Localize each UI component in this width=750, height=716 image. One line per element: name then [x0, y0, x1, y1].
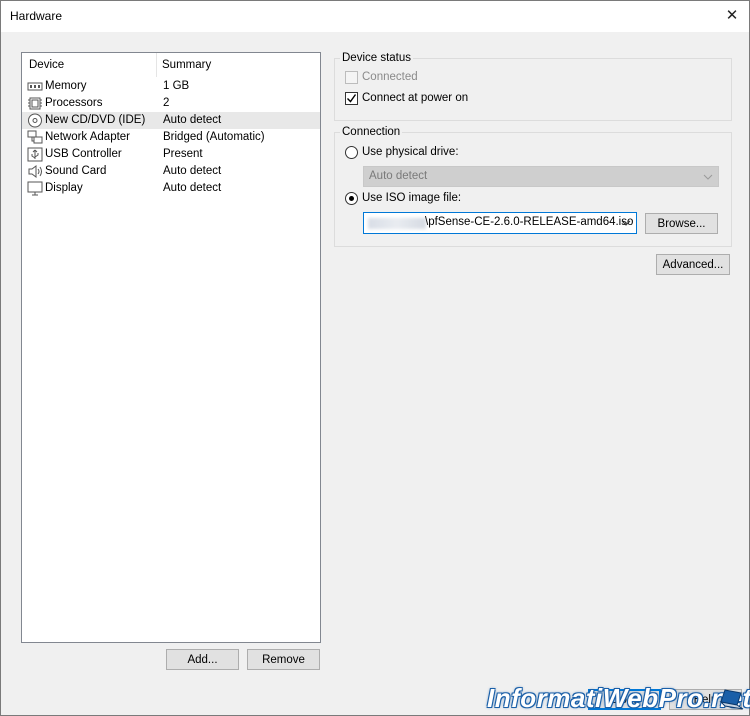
network-adapter-icon	[27, 130, 43, 144]
column-header-summary[interactable]: Summary	[162, 59, 211, 71]
connect-at-power-on-checkbox[interactable]	[345, 92, 358, 105]
physical-drive-value: Auto detect	[369, 170, 428, 182]
processor-icon	[28, 97, 42, 110]
chevron-down-icon	[621, 220, 631, 226]
connection-label: Connection	[340, 126, 403, 138]
close-icon[interactable]: ✕	[715, 1, 749, 32]
add-button[interactable]: Add...	[166, 649, 239, 670]
display-icon	[27, 181, 43, 196]
column-header-device[interactable]: Device	[29, 59, 64, 71]
device-name: Network Adapter	[45, 131, 131, 143]
device-row-processors[interactable]: Processors 2	[22, 95, 320, 112]
device-status-group	[334, 58, 732, 121]
device-name: Processors	[45, 97, 103, 109]
use-iso-image-label: Use ISO image file:	[362, 192, 462, 204]
device-name: Sound Card	[45, 165, 107, 177]
device-summary: 1 GB	[163, 80, 190, 92]
use-iso-image-radio[interactable]	[345, 192, 358, 205]
device-summary: Auto detect	[163, 114, 222, 126]
sound-card-icon	[28, 165, 42, 178]
connected-label: Connected	[362, 71, 418, 83]
browse-button-label: Browse...	[657, 218, 706, 230]
device-summary: 2	[163, 97, 170, 109]
connect-at-power-on-label: Connect at power on	[362, 92, 469, 104]
browse-button[interactable]: Browse...	[645, 213, 718, 234]
connected-checkbox[interactable]	[345, 71, 358, 84]
checkmark-icon	[347, 94, 357, 103]
usb-controller-icon	[27, 147, 43, 162]
physical-drive-dropdown[interactable]: Auto detect	[363, 166, 719, 187]
device-summary: Present	[163, 148, 203, 160]
use-physical-drive-radio[interactable]	[345, 146, 358, 159]
device-name: USB Controller	[45, 148, 122, 160]
device-summary: Auto detect	[163, 182, 222, 194]
redacted-path	[368, 218, 426, 229]
device-name: Display	[45, 182, 83, 194]
device-row-sound-card[interactable]: Sound Card Auto detect	[22, 163, 320, 180]
cd-dvd-icon	[28, 113, 42, 128]
device-name: New CD/DVD (IDE)	[45, 114, 146, 126]
watermark-logo: InformatiWebPro.net	[487, 683, 750, 713]
chevron-down-icon	[703, 174, 713, 180]
device-status-label: Device status	[340, 52, 414, 64]
advanced-button-label: Advanced...	[662, 259, 724, 271]
device-row-usb-controller[interactable]: USB Controller Present	[22, 146, 320, 163]
device-summary: Auto detect	[163, 165, 222, 177]
title-bar: Hardware ✕	[1, 1, 749, 32]
device-list-header: Device Summary	[22, 53, 320, 77]
device-summary: Bridged (Automatic)	[163, 131, 265, 143]
remove-button-label: Remove	[262, 654, 305, 666]
device-name: Memory	[45, 80, 87, 92]
device-row-cd-dvd[interactable]: New CD/DVD (IDE) Auto detect	[22, 112, 320, 129]
iso-image-path-combobox[interactable]: \pfSense-CE-2.6.0-RELEASE-amd64.iso	[363, 212, 637, 234]
device-list: Device Summary Memory 1 GB Processors 2 …	[21, 52, 321, 643]
window-title: Hardware	[10, 9, 63, 23]
device-row-network-adapter[interactable]: Network Adapter Bridged (Automatic)	[22, 129, 320, 146]
iso-image-path-value: \pfSense-CE-2.6.0-RELEASE-amd64.iso	[425, 216, 634, 228]
use-physical-drive-label: Use physical drive:	[362, 146, 459, 158]
remove-button[interactable]: Remove	[247, 649, 320, 670]
laptop-logo-icon	[719, 689, 744, 710]
device-row-display[interactable]: Display Auto detect	[22, 180, 320, 197]
device-row-memory[interactable]: Memory 1 GB	[22, 78, 320, 95]
hardware-dialog: Hardware ✕ Device Summary Memory 1 GB Pr…	[0, 0, 750, 716]
memory-icon	[27, 82, 43, 91]
advanced-button[interactable]: Advanced...	[656, 254, 730, 275]
column-divider[interactable]	[156, 53, 157, 77]
add-button-label: Add...	[187, 654, 218, 666]
